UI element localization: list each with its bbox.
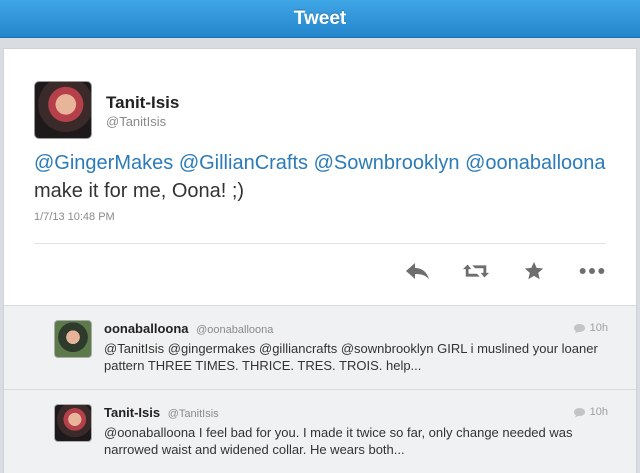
divider bbox=[34, 243, 606, 244]
replies-list: oonaballoona @oonaballoona 10h @TanitIsi… bbox=[4, 305, 636, 473]
avatar[interactable] bbox=[34, 81, 92, 139]
reply-icon[interactable] bbox=[404, 257, 432, 285]
tweet-timestamp: 1/7/13 10:48 PM bbox=[34, 211, 115, 223]
reply-time: 10h bbox=[573, 406, 608, 418]
reply-author-handle: @TanitIsis bbox=[167, 408, 219, 420]
mention-link[interactable]: @Sownbrooklyn bbox=[314, 152, 460, 174]
mention-link[interactable]: @GingerMakes bbox=[34, 152, 173, 174]
mention-link[interactable]: @GillianCrafts bbox=[179, 152, 308, 174]
author-name[interactable]: Tanit-Isis bbox=[106, 93, 179, 113]
tweet-text: @GingerMakes @GillianCrafts @Sownbrookly… bbox=[34, 149, 614, 205]
list-item[interactable]: oonaballoona @oonaballoona 10h @TanitIsi… bbox=[4, 306, 636, 390]
speech-bubble-icon bbox=[573, 407, 585, 417]
mention-link[interactable]: @oonaballoona bbox=[465, 152, 605, 174]
title-bar: Tweet bbox=[0, 0, 640, 38]
main-tweet: Tanit-Isis @TanitIsis @GingerMakes @Gill… bbox=[4, 49, 636, 305]
reply-time-text: 10h bbox=[589, 406, 608, 418]
more-icon[interactable] bbox=[578, 257, 606, 285]
reply-author-name: oonaballoona bbox=[104, 321, 189, 336]
avatar[interactable] bbox=[54, 320, 92, 358]
tweet-card: Tanit-Isis @TanitIsis @GingerMakes @Gill… bbox=[3, 48, 637, 473]
reply-author-handle: @oonaballoona bbox=[196, 324, 274, 336]
reply-author[interactable]: oonaballoona @oonaballoona bbox=[104, 321, 273, 336]
avatar[interactable] bbox=[54, 404, 92, 442]
tweet-body: make it for me, Oona! ;) bbox=[34, 180, 245, 202]
reply-text: @TanitIsis @gingermakes @gilliancrafts @… bbox=[104, 341, 598, 373]
author-handle[interactable]: @TanitIsis bbox=[106, 114, 166, 129]
speech-bubble-icon bbox=[573, 323, 585, 333]
reply-author-name: Tanit-Isis bbox=[104, 405, 161, 420]
reply-time: 10h bbox=[573, 322, 608, 334]
reply-author[interactable]: Tanit-Isis @TanitIsis bbox=[104, 405, 219, 420]
reply-text: @oonaballoona I feel bad for you. I made… bbox=[104, 425, 573, 457]
list-item[interactable]: Tanit-Isis @TanitIsis 10h @oonaballoona … bbox=[4, 390, 636, 473]
retweet-icon[interactable] bbox=[462, 257, 490, 285]
page-title: Tweet bbox=[293, 7, 347, 29]
reply-time-text: 10h bbox=[589, 322, 608, 334]
star-icon[interactable] bbox=[520, 257, 548, 285]
